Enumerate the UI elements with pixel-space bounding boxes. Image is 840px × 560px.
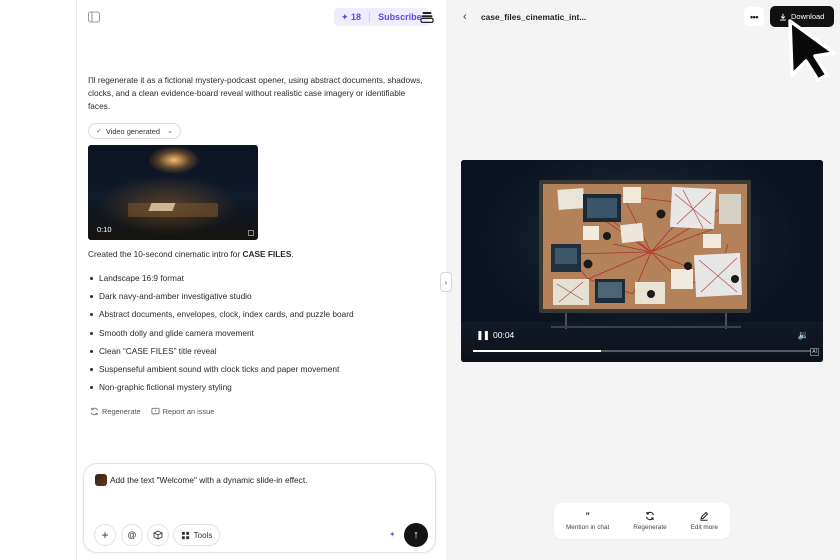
created-summary: Created the 10-second cinematic intro fo…: [88, 249, 294, 259]
edit-more-button[interactable]: Edit more: [691, 511, 718, 531]
pause-icon[interactable]: ❚❚: [476, 330, 490, 341]
preview-toolbar: ” Mention in chat Regenerate Edit more: [554, 503, 730, 539]
list-item: Clean “CASE FILES” title reveal: [89, 345, 354, 363]
panel-expand-handle[interactable]: ›: [440, 272, 452, 292]
list-item: Non-graphic fictional mystery styling: [89, 381, 354, 399]
video-generated-badge[interactable]: ✓ Video generated ⌄: [88, 123, 181, 139]
evidence-board-illustration: [551, 186, 743, 305]
edit-more-label: Edit more: [690, 524, 718, 531]
chat-panel: ✦ 18 Subscribe I'll regenerate it as a f…: [76, 0, 446, 560]
sidebar-toggle-icon[interactable]: [87, 10, 101, 24]
list-item: Abstract documents, envelopes, clock, in…: [89, 308, 354, 326]
list-item: Smooth dolly and glide camera movement: [89, 327, 354, 345]
refresh-icon: [90, 407, 99, 416]
chevron-right-icon: ›: [444, 277, 448, 287]
regenerate-video-label: Regenerate: [633, 524, 667, 531]
plus-icon: +: [101, 528, 109, 542]
pill-divider: [369, 12, 371, 22]
report-issue-button[interactable]: Report an issue: [151, 407, 215, 416]
mention-in-chat-label: Mention in chat: [565, 524, 610, 531]
cube-icon: [153, 530, 163, 540]
chat-input[interactable]: [110, 475, 420, 485]
current-time: 00:04: [493, 330, 515, 340]
fullscreen-icon: [248, 230, 254, 236]
mention-in-chat-button[interactable]: ” Mention in chat: [566, 511, 609, 531]
thumbnail-paper: [148, 203, 176, 211]
refresh-icon: [645, 511, 654, 521]
created-suffix: .: [291, 249, 294, 259]
attachment-thumbnail[interactable]: [95, 474, 107, 486]
back-arrow-icon[interactable]: ‹: [463, 11, 467, 23]
file-title: case_files_cinematic_int...: [481, 12, 587, 22]
list-item: Landscape 16:9 format: [89, 272, 354, 290]
model-button[interactable]: [147, 524, 169, 546]
ellipsis-icon: •••: [750, 11, 758, 22]
board-base: [551, 326, 741, 328]
ai-badge: AI: [810, 348, 819, 356]
credits-subscribe-pill[interactable]: ✦ 18 Subscribe: [334, 8, 429, 26]
evidence-board: [539, 180, 751, 313]
send-button[interactable]: ↑: [404, 523, 428, 547]
grid-icon: [181, 531, 189, 539]
chat-header: ✦ 18 Subscribe: [87, 8, 434, 28]
preview-panel: ‹ case_files_cinematic_int... ••• Downlo…: [446, 0, 840, 560]
volume-icon[interactable]: 🔉: [798, 330, 809, 341]
stack-icon[interactable]: [420, 10, 434, 24]
message-actions: Regenerate Report an issue: [90, 407, 214, 416]
created-project-name: CASE FILES: [242, 249, 292, 259]
mention-button[interactable]: @: [121, 524, 143, 546]
pen-icon: [700, 511, 709, 521]
video-thumbnail[interactable]: 0:10: [88, 145, 258, 240]
at-icon: @: [127, 530, 137, 540]
add-button[interactable]: +: [94, 524, 116, 546]
created-prefix: Created the 10-second cinematic intro fo…: [88, 249, 243, 259]
sparkle-icon[interactable]: ✦: [389, 530, 396, 539]
progress-bar[interactable]: [473, 350, 811, 352]
chevron-down-icon: ⌄: [166, 128, 173, 135]
arrow-up-icon: ↑: [413, 529, 419, 541]
cork-board: [543, 184, 747, 309]
quote-icon: ”: [585, 511, 590, 521]
flag-icon: [151, 407, 160, 415]
list-item: Dark navy-and-amber investigative studio: [89, 290, 354, 308]
regenerate-button[interactable]: Regenerate: [90, 407, 141, 416]
video-player[interactable]: ❚❚ 00:04 🔉 AI: [461, 160, 823, 362]
assistant-message: I'll regenerate it as a fictional myster…: [88, 75, 423, 111]
list-item: Suspenseful ambient sound with clock tic…: [89, 363, 354, 381]
mouse-pointer-icon: [788, 19, 836, 82]
tools-button[interactable]: Tools: [173, 524, 220, 546]
report-issue-label: Report an issue: [162, 407, 215, 416]
more-options-button[interactable]: •••: [744, 7, 764, 26]
subscribe-link[interactable]: Subscribe: [378, 12, 422, 22]
regenerate-label: Regenerate: [102, 407, 141, 416]
regenerate-video-button[interactable]: Regenerate: [633, 511, 667, 531]
check-icon: ✓: [96, 128, 102, 135]
credits-count: ✦ 18: [341, 11, 362, 22]
chat-composer: + @ Tools ✦ ↑: [83, 463, 436, 553]
thumbnail-duration: 0:10: [97, 225, 112, 234]
video-frame-floor: [461, 322, 823, 362]
video-badge-label: Video generated: [105, 126, 160, 136]
feature-list: Landscape 16:9 format Dark navy-and-ambe…: [89, 272, 354, 399]
tools-label: Tools: [193, 530, 213, 540]
progress-fill: [473, 350, 602, 352]
